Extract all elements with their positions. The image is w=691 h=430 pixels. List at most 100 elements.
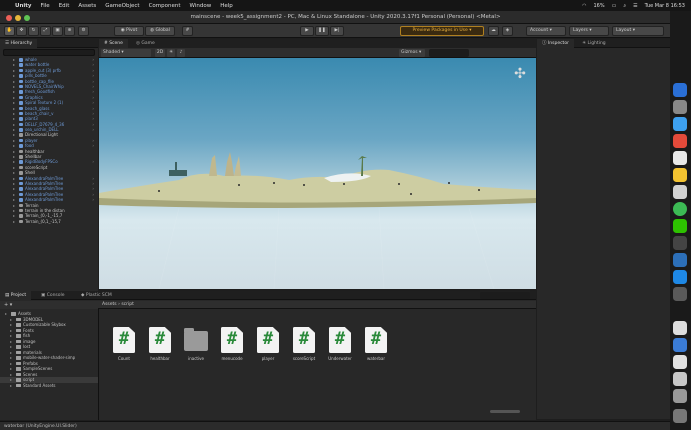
- gameobject-cube-icon: [19, 198, 23, 202]
- menu-window[interactable]: Window: [190, 3, 212, 9]
- account-dropdown[interactable]: Account ▾: [526, 26, 566, 36]
- scale-tool-icon[interactable]: ⤢: [40, 26, 51, 36]
- step-button[interactable]: ▶|: [330, 26, 344, 36]
- project-folder-label: fish: [23, 333, 31, 338]
- screenshot-dock-icon[interactable]: [673, 389, 687, 403]
- rect-tool-icon[interactable]: ▣: [52, 26, 63, 36]
- control-center-icon[interactable]: ☰: [633, 3, 637, 9]
- project-search-input[interactable]: [480, 292, 530, 299]
- play-button[interactable]: ▶: [300, 26, 314, 36]
- transform-tool-icon[interactable]: ⊕: [64, 26, 75, 36]
- hierarchy-item-label: apple_cut (3) prfb: [25, 67, 61, 73]
- grid-snap-icon[interactable]: #: [182, 26, 193, 36]
- layers-dropdown[interactable]: Layers ▾: [569, 26, 609, 36]
- unity-hub-dock-icon[interactable]: [673, 236, 687, 250]
- menu-gameobject[interactable]: GameObject: [105, 3, 139, 9]
- documents-dock-icon[interactable]: [673, 355, 687, 369]
- breadcrumb-script[interactable]: script: [121, 302, 134, 307]
- trash-dock-icon[interactable]: [673, 409, 687, 423]
- layout-dropdown[interactable]: Layout ▾: [612, 26, 664, 36]
- move-tool-icon[interactable]: ✥: [16, 26, 27, 36]
- global-toggle[interactable]: ◍ Global: [145, 26, 175, 36]
- scene-orientation-gizmo-icon[interactable]: ✣: [508, 62, 532, 86]
- project-folder-label: materials: [23, 349, 42, 355]
- project-folder-item[interactable]: ▸ Standard Assets: [0, 383, 98, 389]
- tab-game[interactable]: ◎ Game: [131, 39, 160, 48]
- collab-icon[interactable]: ◈: [502, 26, 513, 36]
- scene-viewport[interactable]: ✣: [99, 58, 536, 289]
- menu-assets[interactable]: Assets: [78, 3, 96, 9]
- calendar-dock-icon[interactable]: [673, 151, 687, 165]
- preview-dock-icon[interactable]: [673, 321, 687, 335]
- menu-component[interactable]: Component: [149, 3, 181, 9]
- tab-scene[interactable]: # Scene: [99, 39, 128, 48]
- wechat-dock-icon[interactable]: [673, 219, 687, 233]
- asset-script[interactable]: # Count: [109, 327, 139, 361]
- chrome-dock-icon[interactable]: [673, 202, 687, 216]
- status-message[interactable]: waterbar (UnityEngine.UI.Slider): [4, 424, 77, 429]
- unity-dock-icon[interactable]: [673, 287, 687, 301]
- scene-search-input[interactable]: [429, 49, 469, 57]
- word-dock-icon[interactable]: [673, 253, 687, 267]
- folder-dock-icon[interactable]: [673, 372, 687, 386]
- finder-dock-icon[interactable]: [673, 83, 687, 97]
- tab-hierarchy[interactable]: ☰ Hierarchy: [0, 39, 38, 48]
- 2d-toggle[interactable]: 2D: [155, 49, 165, 57]
- notes-dock-icon[interactable]: [673, 168, 687, 182]
- asset-script[interactable]: # Underwater: [325, 327, 355, 361]
- menu-help[interactable]: Help: [220, 3, 233, 9]
- asset-script[interactable]: # menucode: [217, 327, 247, 361]
- menu-file[interactable]: File: [40, 3, 49, 9]
- preview-packages-button[interactable]: Preview Packages in Use ▾: [400, 26, 484, 36]
- gameobject-cube-icon: [19, 155, 23, 159]
- custom-tool-icon[interactable]: ⚙: [78, 26, 89, 36]
- tab-console[interactable]: ▣ Console: [36, 291, 70, 300]
- add-asset-icon[interactable]: + ▾: [4, 302, 12, 308]
- hand-tool-icon[interactable]: ✋: [4, 26, 15, 36]
- safari-dock-icon[interactable]: [673, 117, 687, 131]
- vscode-dock-icon[interactable]: [673, 270, 687, 284]
- menubar-clock[interactable]: Tue Mar 8 16:53: [645, 3, 685, 9]
- tab-plastic-scm[interactable]: ◆ Plastic SCM: [76, 291, 117, 300]
- search-icon[interactable]: ⌕: [623, 3, 626, 9]
- folder-icon: [16, 317, 21, 322]
- asset-script[interactable]: # waterbar: [361, 327, 391, 361]
- tab-project[interactable]: ▤ Project: [0, 291, 32, 300]
- shading-mode-dropdown[interactable]: Shaded ▾: [101, 49, 151, 57]
- tab-lighting[interactable]: ☀ Lighting: [577, 39, 611, 48]
- csharp-script-icon: #: [113, 327, 135, 353]
- cloud-icon[interactable]: ☁: [488, 26, 499, 36]
- layers-label: Layers: [573, 28, 588, 33]
- rotate-tool-icon[interactable]: ↻: [28, 26, 39, 36]
- expand-arrow-icon[interactable]: ▸: [10, 383, 12, 389]
- hierarchy-item-label: plant3: [25, 116, 38, 122]
- audio-toggle-icon[interactable]: ♪: [177, 49, 185, 57]
- wifi-icon[interactable]: ◠: [582, 3, 586, 9]
- downloads-dock-icon[interactable]: [673, 338, 687, 352]
- gizmos-dropdown[interactable]: Gizmos ▾: [399, 49, 425, 57]
- asset-script[interactable]: # healthbar: [145, 327, 175, 361]
- lighting-toggle-icon[interactable]: ☀: [167, 49, 175, 57]
- menu-edit[interactable]: Edit: [59, 3, 70, 9]
- hierarchy-search-input[interactable]: [3, 49, 95, 56]
- asset-folder[interactable]: inactive: [181, 327, 211, 361]
- asset-script[interactable]: # player: [253, 327, 283, 361]
- hierarchy-item-label: sea_urchin_DELL: [25, 127, 59, 133]
- launchpad-dock-icon[interactable]: [673, 100, 687, 114]
- pause-button[interactable]: ❚❚: [315, 26, 329, 36]
- asset-script[interactable]: # scoreScript: [289, 327, 319, 361]
- expand-arrow-icon[interactable]: ▸: [13, 219, 15, 224]
- tab-inspector[interactable]: ⓘ Inspector: [537, 39, 574, 48]
- breadcrumb-assets[interactable]: Assets: [102, 302, 117, 307]
- battery-icon[interactable]: ▭: [612, 3, 617, 9]
- photos-dock-icon[interactable]: [673, 185, 687, 199]
- hierarchy-item[interactable]: ▸ Terrain_(0,1_-15,7: [3, 219, 97, 224]
- hierarchy-item-label: healthbar: [25, 148, 45, 154]
- gameobject-cube-icon: [19, 219, 23, 224]
- pivot-toggle[interactable]: ◉ Pivot: [114, 26, 144, 36]
- hierarchy-item-label: player: [25, 137, 38, 143]
- battery-percent[interactable]: 16%: [594, 3, 605, 9]
- menu-app-name[interactable]: Unity: [15, 3, 31, 9]
- mail-dock-icon[interactable]: [673, 134, 687, 148]
- project-folder-label: Prefabs: [23, 360, 38, 366]
